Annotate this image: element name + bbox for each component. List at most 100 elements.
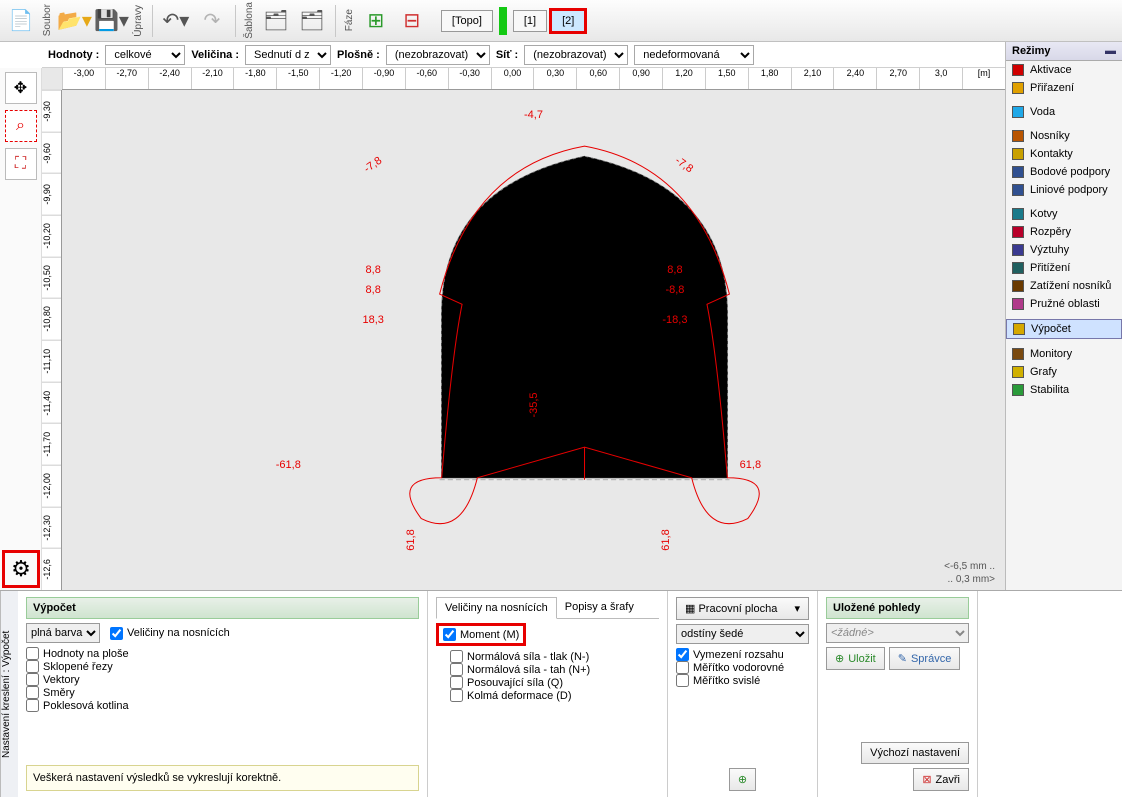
hodnoty-select[interactable]: celkové [105, 45, 185, 65]
tab-labels[interactable]: Popisy a šrafy [557, 597, 642, 618]
mode-item-přitížení[interactable]: Přitížení [1006, 259, 1122, 277]
moment-check[interactable]: Moment (M) [436, 623, 526, 646]
velicina-label: Veličina : [191, 49, 239, 61]
template2-button[interactable]: 🗂 [295, 2, 329, 40]
soubor-label: Soubor [40, 4, 55, 36]
chart-annotation: -61,8 [276, 459, 301, 471]
upravy-label: Úpravy [131, 5, 146, 37]
modes-header: Režimy▬ [1006, 42, 1122, 61]
check-měřítko-svislé[interactable]: Měřítko svislé [676, 674, 809, 687]
check-vymezení-rozsahu[interactable]: Vymezení rozsahu [676, 648, 809, 661]
mode-item-přiřazení[interactable]: Přiřazení [1006, 79, 1122, 97]
fit-tool[interactable]: ⛶ [5, 148, 37, 180]
color-mode-select[interactable]: plná barva [26, 623, 100, 643]
shade-select[interactable]: odstíny šedé [676, 624, 809, 644]
mode-item-kontakty[interactable]: Kontakty [1006, 145, 1122, 163]
deform-select[interactable]: nedeformovaná [634, 45, 754, 65]
vypocet-header: Výpočet [26, 597, 419, 619]
beam-quantities-col: Veličiny na nosnících Popisy a šrafy Mom… [428, 591, 668, 797]
template1-button[interactable]: 🗂 [259, 2, 293, 40]
settings-button[interactable]: ⚙ [2, 550, 40, 588]
check-vektory[interactable]: Vektory [26, 673, 419, 686]
saved-views-header: Uložené pohledy [826, 597, 969, 619]
phase-tab-2[interactable]: [2] [549, 8, 587, 34]
saved-views-select[interactable]: <žádné> [826, 623, 969, 643]
velicina-select[interactable]: Sednutí d z [245, 45, 331, 65]
beam-quantities-check[interactable]: Veličiny na nosnících [110, 627, 230, 640]
sit-label: Síť : [496, 49, 518, 61]
check-posouvaj-c-s-la-q-[interactable]: Posouvající síla (Q) [436, 676, 659, 689]
workspace-dropdown[interactable]: ▦ Pracovní plocha ▾ [676, 597, 809, 620]
display-options-row: Hodnoty : celkové Veličina : Sednutí d z… [42, 42, 1005, 68]
faze-label: Fáze [342, 9, 357, 31]
check-směry[interactable]: Směry [26, 686, 419, 699]
scale-note: <-6,5 mm .... 0,3 mm> [944, 560, 995, 586]
main-area: ✥ ⌕ ⛶ ⚙ -3,00-2,70-2,40-2,10-1,80-1,50-1… [0, 68, 1122, 590]
check-kolm-deformace-d-[interactable]: Kolmá deformace (D) [436, 689, 659, 702]
close-button[interactable]: ⊠ Zavři [913, 768, 969, 791]
undo-button[interactable]: ↶▾ [159, 2, 193, 40]
add-view-button[interactable]: ⊕ [729, 768, 756, 791]
save-view-button[interactable]: ⊕ Uložit [826, 647, 885, 670]
mode-item-aktivace[interactable]: Aktivace [1006, 61, 1122, 79]
mode-item-rozpěry[interactable]: Rozpěry [1006, 223, 1122, 241]
sit-select[interactable]: (nezobrazovat) [524, 45, 628, 65]
phase-remove-button[interactable]: ⊟ [395, 2, 429, 40]
zoom-rect-tool[interactable]: ⌕ [5, 110, 37, 142]
calc-settings-col: Výpočet plná barva Veličiny na nosnících… [18, 591, 428, 797]
chart-annotation: 61,8 [405, 529, 417, 550]
sablona-label: Šablona [242, 2, 257, 39]
phase-tab-topo[interactable]: [Topo] [441, 10, 493, 32]
beam-tabs: Veličiny na nosnících Popisy a šrafy [436, 597, 659, 619]
mode-item-nosníky[interactable]: Nosníky [1006, 127, 1122, 145]
tab-quantities[interactable]: Veličiny na nosnících [436, 597, 557, 619]
check-poklesová-kotlina[interactable]: Poklesová kotlina [26, 699, 419, 712]
chart-annotation: 8,8 [366, 284, 381, 296]
phase-status-icon [499, 7, 507, 35]
mode-item-pružné-oblasti[interactable]: Pružné oblasti [1006, 295, 1122, 313]
chart-annotation: 18,3 [362, 314, 383, 326]
check-sklopené-řezy[interactable]: Sklopené řezy [26, 660, 419, 673]
mode-item-voda[interactable]: Voda [1006, 103, 1122, 121]
chart-annotation: -8,8 [665, 284, 684, 296]
open-button[interactable]: 📂▾ [57, 2, 92, 40]
modes-list: AktivacePřiřazení Voda NosníkyKontaktyBodo… [1006, 61, 1122, 399]
chart-annotation: 61,8 [740, 459, 761, 471]
mode-item-bodové-podpory[interactable]: Bodové podpory [1006, 163, 1122, 181]
chart-annotation: -4,7 [524, 109, 543, 121]
bottom-tab-label[interactable]: Nastavení kreslení : Výpočet [0, 591, 18, 797]
check-hodnoty-na-ploše[interactable]: Hodnoty na ploše [26, 647, 419, 660]
top-toolbar: 📄 Soubor 📂▾ 💾▾ Úpravy ↶▾ ↷ Šablona 🗂 🗂 F… [0, 0, 1122, 42]
vertical-ruler: -9,30-9,60-9,90-10,20-10,50-10,80-11,10-… [42, 90, 62, 590]
check-měřítko-vodorovné[interactable]: Měřítko vodorovné [676, 661, 809, 674]
bottom-panel: Nastavení kreslení : Výpočet Výpočet pln… [0, 590, 1122, 797]
plosne-select[interactable]: (nezobrazovat) [386, 45, 490, 65]
plot-area: -4,7-7,8-7,88,88,818,38,8-8,8-18,3-35,5-… [62, 90, 1005, 590]
hodnoty-label: Hodnoty : [48, 49, 99, 61]
phase-add-button[interactable]: ⊞ [359, 2, 393, 40]
check-norm-lov-s-la-tah-n-[interactable]: Normálová síla - tah (N+) [436, 663, 659, 676]
mode-item-výpočet[interactable]: Výpočet [1006, 319, 1122, 339]
pan-tool[interactable]: ✥ [5, 72, 37, 104]
mode-item-zatížení-nosníků[interactable]: Zatížení nosníků [1006, 277, 1122, 295]
mode-item-grafy[interactable]: Grafy [1006, 363, 1122, 381]
phase-tab-1[interactable]: [1] [513, 10, 547, 32]
chart-annotation: 8,8 [366, 264, 381, 276]
mode-item-monitory[interactable]: Monitory [1006, 345, 1122, 363]
chart-annotation: 8,8 [667, 264, 682, 276]
mode-item-výztuhy[interactable]: Výztuhy [1006, 241, 1122, 259]
mode-item-kotvy[interactable]: Kotvy [1006, 205, 1122, 223]
default-settings-button[interactable]: Výchozí nastavení [861, 742, 969, 764]
mode-item-liniové-podpory[interactable]: Liniové podpory [1006, 181, 1122, 199]
mode-item-stabilita[interactable]: Stabilita [1006, 381, 1122, 399]
manage-views-button[interactable]: ✎ Správce [889, 647, 961, 670]
save-button[interactable]: 💾▾ [94, 2, 129, 40]
horizontal-ruler: -3,00-2,70-2,40-2,10-1,80-1,50-1,20-0,90… [62, 68, 1005, 90]
new-file-button[interactable]: 📄 [4, 2, 38, 40]
minimize-icon[interactable]: ▬ [1105, 45, 1116, 57]
redo-button[interactable]: ↷ [195, 2, 229, 40]
check-norm-lov-s-la-tlak-n-[interactable]: Normálová síla - tlak (N-) [436, 650, 659, 663]
status-message: Veškerá nastavení výsledků se vykreslují… [26, 765, 419, 791]
drawing-canvas[interactable]: -3,00-2,70-2,40-2,10-1,80-1,50-1,20-0,90… [42, 68, 1005, 590]
left-toolbar: ✥ ⌕ ⛶ ⚙ [0, 68, 42, 590]
